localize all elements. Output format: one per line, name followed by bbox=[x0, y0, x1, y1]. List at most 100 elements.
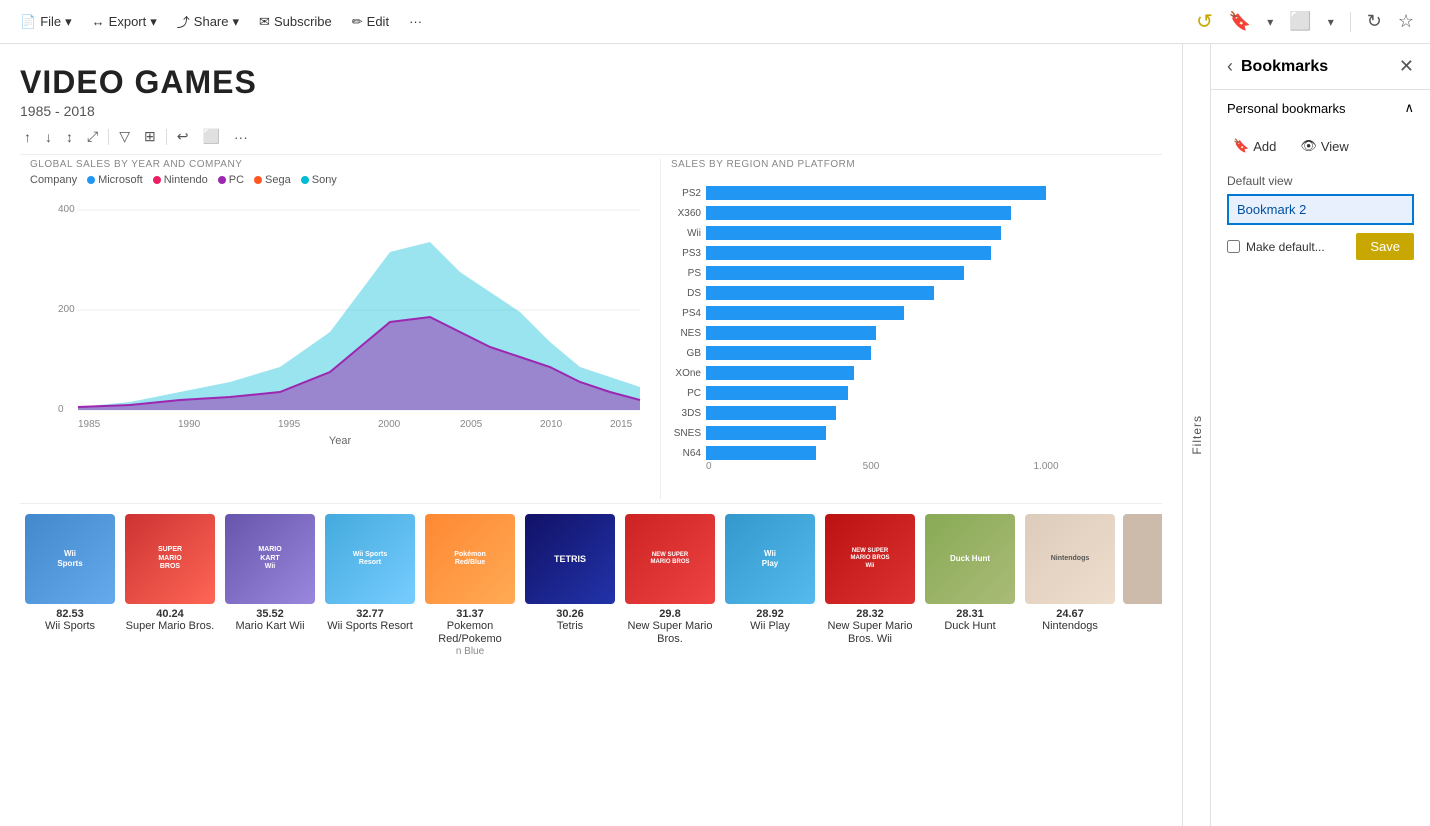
legend-microsoft-label: Microsoft bbox=[98, 174, 143, 186]
filters-tab[interactable]: Filters bbox=[1182, 44, 1210, 826]
game-title-wii-sports: Wii Sports bbox=[20, 620, 120, 633]
expand-icon[interactable]: ⤢ bbox=[83, 125, 102, 148]
edit-label: Edit bbox=[367, 14, 389, 29]
view-bookmark-button[interactable]: 👁 View bbox=[1294, 134, 1354, 158]
game-item-wii-play[interactable]: WiiPlay 28.92 Wii Play bbox=[720, 514, 820, 674]
game-title-super-mario: Super Mario Bros. bbox=[120, 620, 220, 633]
game-score-super-mario: 40.24 bbox=[120, 608, 220, 620]
share-menu[interactable]: ⤴ Share ▾ bbox=[169, 8, 247, 35]
export-label: Export bbox=[109, 14, 147, 29]
game-item-tetris[interactable]: TETRIS 30.26 Tetris bbox=[520, 514, 620, 674]
sort-asc-icon[interactable]: ↑ bbox=[20, 126, 35, 148]
svg-text:PS2: PS2 bbox=[682, 188, 701, 199]
export-menu[interactable]: ↔ Export ▾ bbox=[84, 10, 165, 34]
make-default-checkbox[interactable] bbox=[1227, 240, 1240, 253]
add-bookmark-button[interactable]: 🔖 Add bbox=[1227, 134, 1282, 158]
svg-text:0: 0 bbox=[706, 461, 712, 469]
legend: Company Microsoft Nintendo PC bbox=[30, 174, 650, 186]
filter-icon[interactable]: ▽ bbox=[115, 125, 134, 148]
game-item-pokemon[interactable]: PokémonRed/Blue 31.37 Pokemon Red/Pokemo… bbox=[420, 514, 520, 674]
game-item-nsmb-wii[interactable]: NEW SUPERMARIO BROSWii 28.32 New Super M… bbox=[820, 514, 920, 674]
game-score-wii-sports: 82.53 bbox=[20, 608, 120, 620]
bookmark-icon[interactable]: 🔖 bbox=[1225, 7, 1255, 36]
game-item-super-mario[interactable]: SUPERMARIOBROS 40.24 Super Mario Bros. bbox=[120, 514, 220, 674]
edit-menu[interactable]: ✏ Edit bbox=[344, 10, 397, 34]
legend-nintendo: Nintendo bbox=[153, 174, 208, 186]
layout-icon[interactable]: ⬜ bbox=[1285, 7, 1315, 36]
game-score-wii-resort: 32.77 bbox=[320, 608, 420, 620]
game-item-wii-sports[interactable]: WiiSports 82.53 Wii Sports bbox=[20, 514, 120, 674]
star-icon[interactable]: ☆ bbox=[1394, 7, 1418, 36]
game-title-nintendogs: Nintendogs bbox=[1020, 620, 1120, 633]
game-cover-nsmb: NEW SUPERMARIO BROS bbox=[625, 514, 715, 604]
more-chart-icon[interactable]: ··· bbox=[230, 126, 252, 148]
game-item-mario-kart[interactable]: MARIOKARTWii 35.52 Mario Kart Wii bbox=[220, 514, 320, 674]
bookmarks-close-button[interactable]: ✕ bbox=[1399, 56, 1414, 77]
add-label: Add bbox=[1253, 139, 1276, 154]
more-label: ··· bbox=[409, 14, 422, 29]
undo-chart-icon[interactable]: ↩ bbox=[173, 125, 193, 148]
refresh-icon[interactable]: ↻ bbox=[1363, 7, 1386, 36]
bookmarks-section-label: Personal bookmarks bbox=[1227, 101, 1346, 116]
charts-row: GLOBAL SALES BY YEAR AND COMPANY Company… bbox=[20, 159, 1162, 499]
game-title-mario-kart: Mario Kart Wii bbox=[220, 620, 320, 633]
legend-sega-label: Sega bbox=[265, 174, 291, 186]
bookmarks-title: Bookmarks bbox=[1241, 58, 1399, 76]
save-bookmark-button[interactable]: Save bbox=[1356, 233, 1414, 260]
game-score-wii-play: 28.92 bbox=[720, 608, 820, 620]
highlight-icon[interactable]: ⊞ bbox=[140, 125, 160, 148]
svg-text:2005: 2005 bbox=[460, 419, 483, 430]
bar-chart-label: SALES BY REGION AND PLATFORM bbox=[671, 159, 1171, 170]
game-platform-pokemon: n Blue bbox=[420, 646, 520, 657]
svg-text:0: 0 bbox=[58, 404, 64, 415]
legend-company-label: Company bbox=[30, 174, 77, 186]
layout-chevron[interactable]: ▾ bbox=[1324, 11, 1338, 33]
game-score-tetris: 30.26 bbox=[520, 608, 620, 620]
filters-tab-label: Filters bbox=[1190, 415, 1204, 455]
make-default-label[interactable]: Make default... bbox=[1227, 240, 1325, 254]
area-chart-label: GLOBAL SALES BY YEAR AND COMPANY bbox=[30, 159, 650, 170]
legend-sega-dot bbox=[254, 176, 262, 184]
game-item-wii-resort[interactable]: Wii SportsResort 32.77 Wii Sports Resort bbox=[320, 514, 420, 674]
svg-text:GB: GB bbox=[687, 348, 702, 359]
bookmarks-back-button[interactable]: ‹ bbox=[1227, 56, 1233, 77]
bookmarks-section-header[interactable]: Personal bookmarks ∧ bbox=[1211, 90, 1430, 126]
game-cover-pokemon: PokémonRed/Blue bbox=[425, 514, 515, 604]
game-cover-nintendogs: Nintendogs bbox=[1025, 514, 1115, 604]
edit-icon: ✏ bbox=[352, 14, 363, 30]
subscribe-label: Subscribe bbox=[274, 14, 332, 29]
frame-icon[interactable]: ⬜ bbox=[198, 125, 223, 148]
bookmark-options: Make default... Save bbox=[1227, 233, 1414, 260]
game-cover-nsmb-wii: NEW SUPERMARIO BROSWii bbox=[825, 514, 915, 604]
file-menu[interactable]: 📄 File ▾ bbox=[12, 10, 80, 34]
sort-desc-icon[interactable]: ↓ bbox=[41, 126, 56, 148]
bar-chart-container: SALES BY REGION AND PLATFORM PS2 X360 Wi… bbox=[660, 159, 1171, 499]
bar-chart-svg: PS2 X360 Wii PS3 PS bbox=[671, 174, 1171, 469]
main-layout: VIDEO GAMES 1985 - 2018 ↑ ↓ ↕ ⤢ ▽ ⊞ ↩ ⬜ … bbox=[0, 44, 1430, 826]
svg-text:PS3: PS3 bbox=[682, 248, 701, 259]
svg-text:2015: 2015 bbox=[610, 419, 633, 430]
game-item-nsmb[interactable]: NEW SUPERMARIO BROS 29.8 New Super Mario… bbox=[620, 514, 720, 674]
subscribe-menu[interactable]: ✉ Subscribe bbox=[251, 10, 340, 34]
game-cover-wii-sports: WiiSports bbox=[25, 514, 115, 604]
game-title-nsmb-wii: New Super Mario Bros. Wii bbox=[820, 620, 920, 646]
game-title-nsmb: New Super Mario Bros. bbox=[620, 620, 720, 646]
sort-both-icon[interactable]: ↕ bbox=[62, 126, 77, 148]
game-item-nintendogs[interactable]: Nintendogs 24.67 Nintendogs bbox=[1020, 514, 1120, 674]
svg-text:SNES: SNES bbox=[674, 428, 702, 439]
area-chart-svg: 400 200 0 1985 bbox=[30, 192, 650, 452]
report-subtitle: 1985 - 2018 bbox=[20, 103, 1162, 119]
bookmark-name-input[interactable] bbox=[1227, 194, 1414, 225]
more-menu[interactable]: ··· bbox=[401, 10, 430, 33]
svg-text:PS4: PS4 bbox=[682, 308, 701, 319]
legend-microsoft-dot bbox=[87, 176, 95, 184]
svg-text:1995: 1995 bbox=[278, 419, 301, 430]
svg-text:2010: 2010 bbox=[540, 419, 563, 430]
chart-toolbar: ↑ ↓ ↕ ⤢ ▽ ⊞ ↩ ⬜ ··· bbox=[20, 119, 1162, 155]
undo-icon[interactable]: ↺ bbox=[1192, 5, 1217, 38]
game-item-duck-hunt[interactable]: Duck Hunt 28.31 Duck Hunt bbox=[920, 514, 1020, 674]
game-item-partial[interactable] bbox=[1120, 514, 1162, 674]
bookmarks-header: ‹ Bookmarks ✕ bbox=[1211, 44, 1430, 90]
svg-text:1990: 1990 bbox=[178, 419, 201, 430]
bookmark-chevron[interactable]: ▾ bbox=[1263, 11, 1277, 33]
